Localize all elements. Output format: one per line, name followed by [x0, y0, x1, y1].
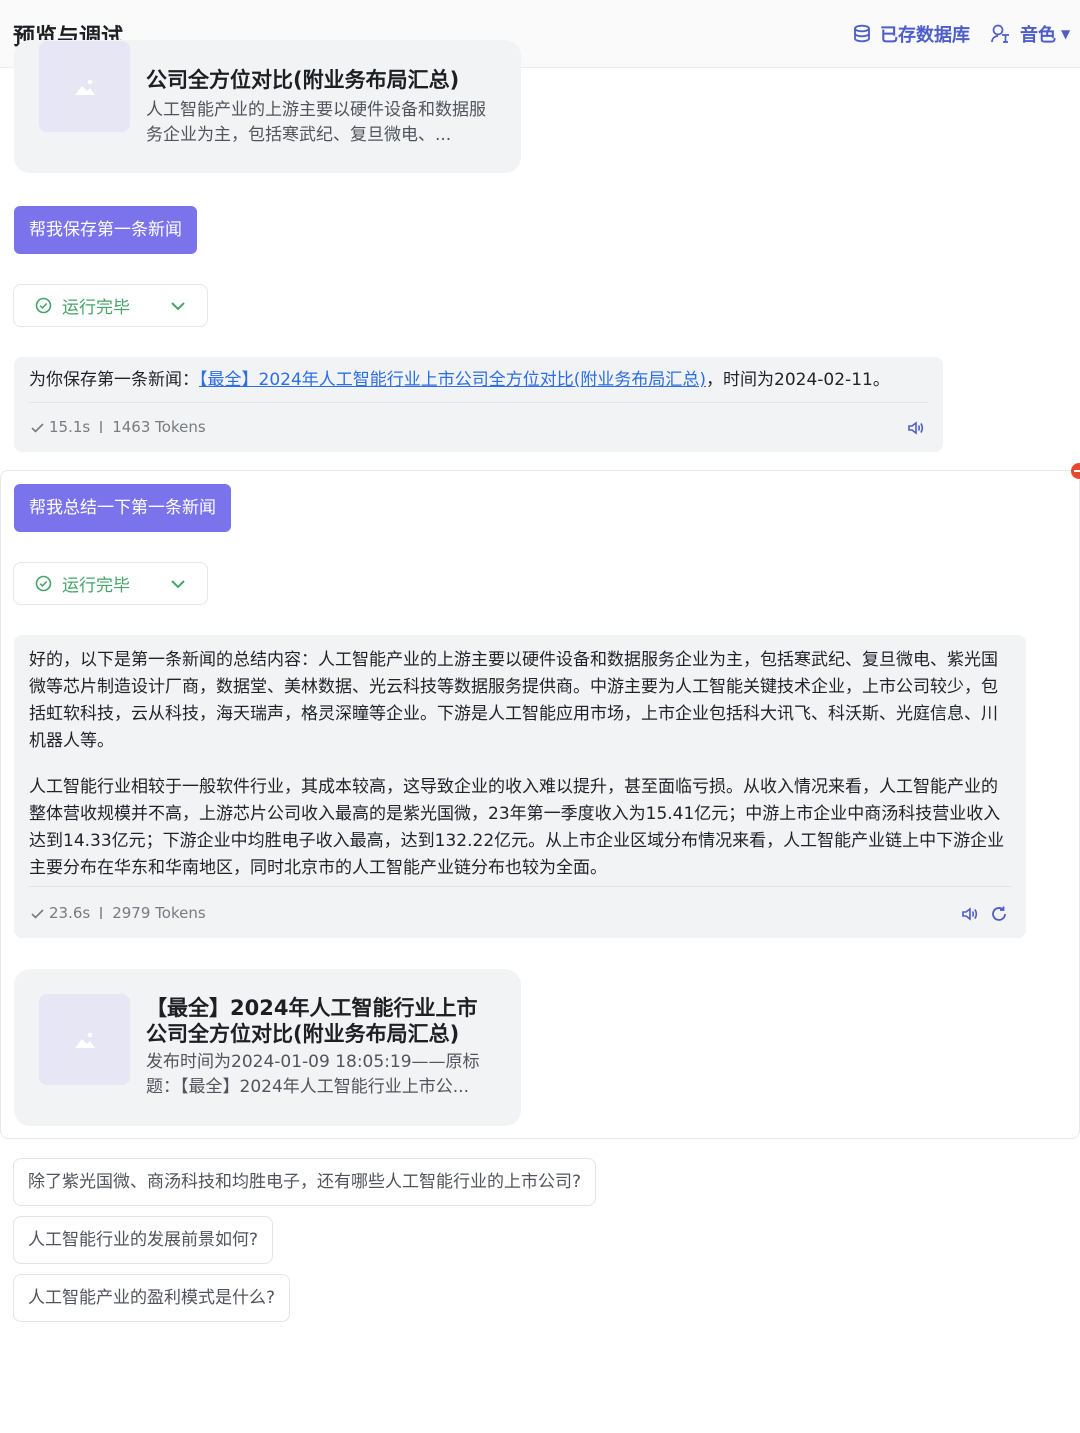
assistant-reply: 为你保存第一条新闻：【最全】2024年人工智能行业上市公司全方位对比(附业务布局…	[14, 357, 943, 452]
chevron-down-icon	[171, 302, 185, 311]
reply-duration: 23.6s	[49, 904, 91, 922]
summary-paragraph: 好的，以下是第一条新闻的总结内容：人工智能产业的上游主要以硬件设备和数据服务企业…	[29, 650, 998, 751]
image-placeholder-icon	[39, 41, 130, 132]
suggested-question[interactable]: 除了紫光国微、商汤科技和均胜电子，还有哪些人工智能行业的上市公司?	[13, 1158, 597, 1206]
news-card[interactable]: 【最全】2024年人工智能行业上市公司全方位对比(附业务布局汇总) 发布时间为2…	[14, 969, 521, 1126]
check-circle-icon	[35, 297, 52, 314]
reply-tokens: 1463 Tokens	[112, 418, 206, 436]
suggested-question[interactable]: 人工智能产业的盈利模式是什么?	[13, 1274, 291, 1322]
divider	[29, 886, 1011, 887]
user-message-bubble[interactable]: 帮我总结一下第一条新闻	[14, 484, 231, 532]
assistant-reply: 好的，以下是第一条新闻的总结内容：人工智能产业的上游主要以硬件设备和数据服务企业…	[14, 635, 1026, 938]
meta-separator	[100, 421, 103, 433]
saved-database-button[interactable]: 已存数据库	[852, 21, 970, 47]
run-status-label: 运行完毕	[62, 298, 130, 318]
reply-suffix: ，时间为2024-02-11。	[706, 370, 890, 390]
saved-database-label: 已存数据库	[880, 25, 970, 46]
divider	[29, 402, 928, 403]
voice-select[interactable]: 音色 ▼	[990, 21, 1070, 47]
chevron-down-icon	[171, 580, 185, 589]
run-status-label: 运行完毕	[62, 576, 130, 596]
check-icon	[31, 908, 44, 919]
news-card-description: 发布时间为2024-01-09 18:05:19——原标题：【最全】2024年人…	[146, 1052, 480, 1097]
news-card[interactable]: 公司全方位对比(附业务布局汇总) 人工智能产业的上游主要以硬件设备和数据服务企业…	[14, 40, 521, 173]
reply-prefix: 为你保存第一条新闻：	[29, 370, 199, 390]
suggested-question[interactable]: 人工智能行业的发展前景如何?	[13, 1216, 274, 1264]
news-card-title: 【最全】2024年人工智能行业上市公司全方位对比(附业务布局汇总)	[146, 996, 478, 1046]
reply-duration: 15.1s	[49, 418, 91, 436]
meta-separator	[100, 907, 103, 919]
check-icon	[31, 422, 44, 433]
news-link[interactable]: 【最全】2024年人工智能行业上市公司全方位对比(附业务布局汇总)	[199, 370, 706, 390]
summary-paragraph: 人工智能行业相较于一般软件行业，其成本较高，这导致企业的收入难以提升，甚至面临亏…	[29, 777, 1005, 878]
voice-label: 音色	[1020, 25, 1056, 46]
reply-tokens: 2979 Tokens	[112, 904, 206, 922]
reply-meta: 15.1s 1463 Tokens	[30, 418, 206, 436]
run-status-dropdown[interactable]: 运行完毕	[13, 284, 208, 327]
speaker-icon[interactable]	[906, 419, 924, 437]
database-icon	[854, 24, 870, 43]
image-placeholder-icon	[39, 994, 130, 1085]
user-message-bubble[interactable]: 帮我保存第一条新闻	[14, 206, 197, 254]
speaker-icon[interactable]	[960, 905, 978, 923]
remove-round-icon[interactable]	[1071, 463, 1080, 479]
regenerate-icon[interactable]	[990, 905, 1008, 923]
reply-meta: 23.6s 2979 Tokens	[30, 904, 206, 922]
news-card-title: 公司全方位对比(附业务布局汇总)	[146, 68, 460, 92]
voice-icon	[991, 24, 1009, 43]
reply-text: 为你保存第一条新闻：【最全】2024年人工智能行业上市公司全方位对比(附业务布局…	[29, 367, 928, 394]
check-circle-icon	[35, 575, 52, 592]
news-card-description: 人工智能产业的上游主要以硬件设备和数据服务企业为主，包括寒武纪、复旦微电、...	[146, 100, 486, 145]
run-status-dropdown[interactable]: 运行完毕	[13, 562, 208, 605]
caret-down-icon: ▼	[1061, 27, 1071, 41]
